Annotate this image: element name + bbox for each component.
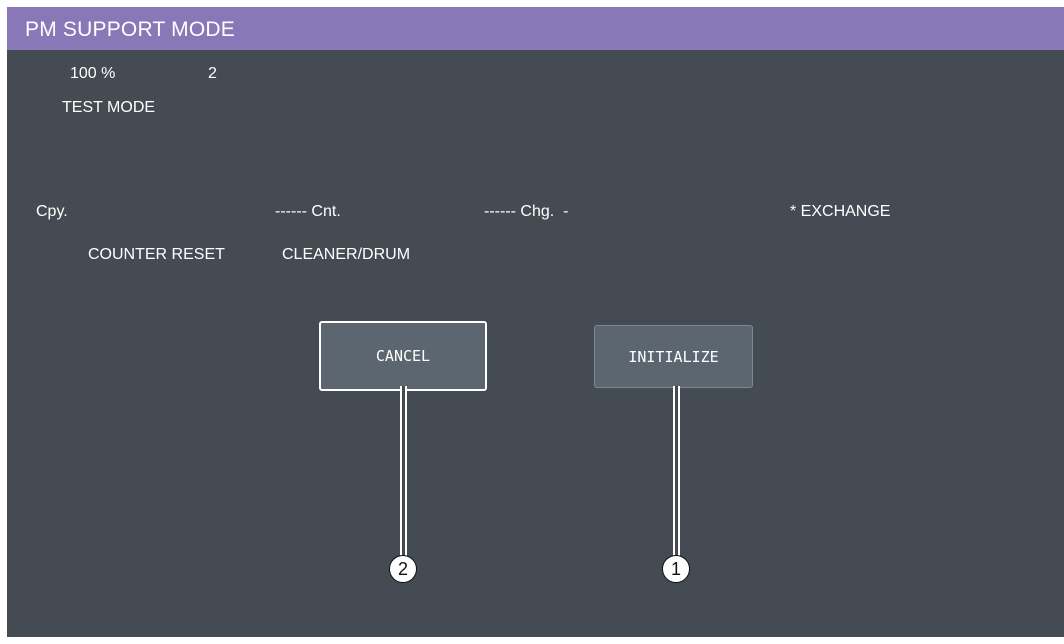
cancel-callout-line	[400, 386, 407, 558]
pm-support-screen: PM SUPPORT MODE 100 % 2 TEST MODE Cpy. -…	[7, 7, 1064, 637]
cpy-label: Cpy.	[36, 203, 68, 220]
chg-label: ------ Chg. -	[484, 203, 569, 220]
copy-count: 2	[208, 65, 217, 82]
window-title: PM SUPPORT MODE	[25, 18, 235, 41]
initialize-callout-marker: 1	[662, 555, 690, 583]
counter-reset-label: COUNTER RESET	[88, 246, 225, 263]
test-mode-label: TEST MODE	[62, 99, 156, 116]
cancel-callout-marker: 2	[389, 555, 417, 583]
cnt-label: ------ Cnt.	[275, 203, 341, 220]
cancel-button[interactable]: CANCEL	[319, 321, 487, 391]
title-bar: PM SUPPORT MODE	[7, 7, 1064, 50]
zoom-level: 100 %	[70, 65, 116, 82]
initialize-button[interactable]: INITIALIZE	[594, 325, 753, 388]
cleaner-drum-label: CLEANER/DRUM	[282, 246, 411, 263]
exchange-label: * EXCHANGE	[790, 203, 891, 220]
initialize-callout-line	[673, 386, 680, 558]
